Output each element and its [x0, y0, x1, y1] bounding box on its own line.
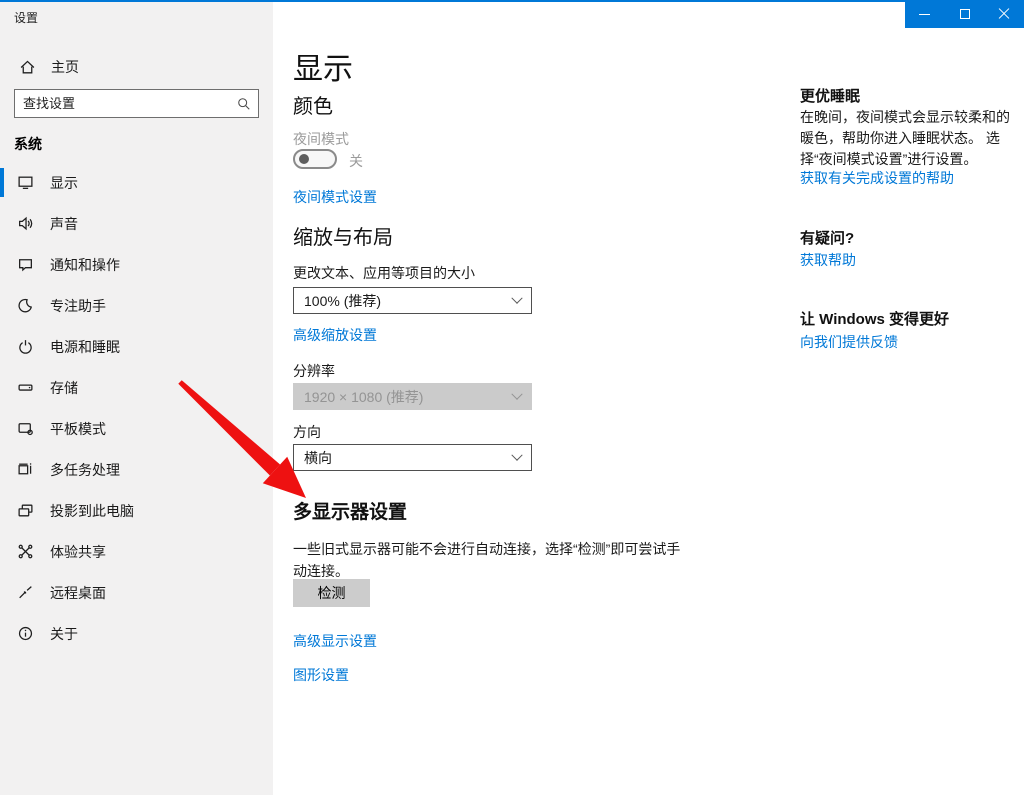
- search-input[interactable]: [15, 96, 230, 111]
- multi-display-description: 一些旧式显示器可能不会进行自动连接，选择“检测”即可尝试手动连接。: [293, 541, 681, 579]
- chevron-down-icon: [511, 388, 523, 400]
- advanced-scaling-link[interactable]: 高级缩放设置: [293, 325, 377, 345]
- maximize-button[interactable]: [945, 0, 985, 28]
- night-light-label: 夜间模式: [293, 131, 349, 147]
- feedback-heading: 让 Windows 变得更好: [800, 311, 950, 328]
- night-light-settings-link[interactable]: 夜间模式设置: [293, 187, 377, 207]
- about-icon: [16, 625, 34, 643]
- chevron-down-icon: [511, 449, 523, 461]
- resolution-label: 分辨率: [293, 363, 335, 379]
- sleep-better-body: 在晚间，夜间模式会显示较柔和的暖色，帮助你进入睡眠状态。 选择“夜间模式设置”进…: [800, 109, 1010, 167]
- sidebar-item-multitasking[interactable]: 多任务处理: [0, 449, 273, 490]
- maximize-icon: [959, 9, 970, 19]
- sidebar-item-label: 远程桌面: [50, 584, 106, 601]
- detect-button[interactable]: 检测: [293, 579, 370, 607]
- sidebar-section-header: 系统: [14, 136, 42, 152]
- window-controls: [905, 0, 1024, 28]
- tablet-mode-icon: [16, 420, 34, 438]
- sidebar-item-about[interactable]: 关于: [0, 613, 273, 654]
- scale-label: 更改文本、应用等项目的大小: [293, 265, 475, 281]
- chevron-down-icon: [511, 292, 523, 304]
- resolution-dropdown-value: 1920 × 1080 (推荐): [304, 388, 424, 405]
- sidebar-item-label: 声音: [50, 215, 78, 232]
- display-icon: [16, 174, 34, 192]
- focus-assist-icon: [16, 297, 34, 315]
- sidebar-item-home[interactable]: 主页: [0, 50, 273, 84]
- color-section-heading: 颜色: [293, 96, 333, 118]
- night-light-toggle[interactable]: [293, 149, 337, 169]
- sidebar: 设置 主页 系统 显示 声: [0, 2, 273, 795]
- sleep-better-heading: 更优睡眠: [800, 88, 861, 105]
- setup-help-link[interactable]: 获取有关完成设置的帮助: [800, 168, 954, 188]
- home-icon: [18, 58, 36, 76]
- minimize-icon: [919, 13, 931, 15]
- sidebar-item-label: 专注助手: [50, 297, 106, 314]
- sidebar-item-shared-experiences[interactable]: 体验共享: [0, 531, 273, 572]
- sound-icon: [16, 215, 34, 233]
- sidebar-item-focus-assist[interactable]: 专注助手: [0, 285, 273, 326]
- resolution-dropdown: 1920 × 1080 (推荐): [293, 383, 532, 410]
- minimize-button[interactable]: [905, 0, 945, 28]
- sidebar-item-notifications[interactable]: 通知和操作: [0, 244, 273, 285]
- question-heading: 有疑问?: [800, 230, 855, 247]
- orientation-label: 方向: [293, 424, 321, 440]
- sidebar-item-label: 关于: [50, 625, 78, 642]
- advanced-display-link[interactable]: 高级显示设置: [293, 631, 377, 651]
- projecting-icon: [16, 502, 34, 520]
- app-title: 设置: [14, 11, 39, 25]
- sidebar-item-projecting[interactable]: 投影到此电脑: [0, 490, 273, 531]
- sidebar-item-label: 投影到此电脑: [50, 502, 134, 519]
- close-button[interactable]: [984, 0, 1024, 28]
- search-icon[interactable]: [230, 97, 258, 111]
- orientation-dropdown[interactable]: 横向: [293, 444, 532, 471]
- sidebar-item-label: 多任务处理: [50, 461, 120, 478]
- sidebar-item-label: 平板模式: [50, 420, 106, 437]
- sidebar-item-label: 主页: [51, 59, 79, 75]
- toggle-knob: [299, 154, 309, 164]
- settings-window: 设置 主页 系统 显示 声: [0, 0, 1024, 795]
- sidebar-item-power-sleep[interactable]: 电源和睡眠: [0, 326, 273, 367]
- power-icon: [16, 338, 34, 356]
- multitasking-icon: [16, 461, 34, 479]
- sidebar-item-label: 显示: [50, 174, 78, 191]
- remote-desktop-icon: [16, 584, 34, 602]
- sidebar-item-remote-desktop[interactable]: 远程桌面: [0, 572, 273, 613]
- sidebar-item-tablet-mode[interactable]: 平板模式: [0, 408, 273, 449]
- orientation-dropdown-value: 横向: [304, 449, 332, 466]
- page-title: 显示: [293, 53, 353, 86]
- window-accent-border: [0, 0, 1024, 2]
- get-help-link[interactable]: 获取帮助: [800, 250, 856, 270]
- sidebar-item-label: 通知和操作: [50, 256, 120, 273]
- notifications-icon: [16, 256, 34, 274]
- sidebar-item-storage[interactable]: 存储: [0, 367, 273, 408]
- sidebar-nav: 显示 声音 通知和操作 专注助手 电源和睡眠 存储 平板模式 多任务处理 投影到…: [0, 162, 273, 654]
- shared-experiences-icon: [16, 543, 34, 561]
- feedback-link[interactable]: 向我们提供反馈: [800, 332, 898, 352]
- sidebar-item-sound[interactable]: 声音: [0, 203, 273, 244]
- sidebar-item-display[interactable]: 显示: [0, 162, 273, 203]
- scale-dropdown[interactable]: 100% (推荐): [293, 287, 532, 314]
- sidebar-item-label: 体验共享: [50, 543, 106, 560]
- multi-display-heading: 多显示器设置: [293, 502, 408, 523]
- scale-section-heading: 缩放与布局: [293, 227, 393, 249]
- search-box[interactable]: [14, 89, 259, 118]
- graphics-settings-link[interactable]: 图形设置: [293, 665, 349, 685]
- scale-dropdown-value: 100% (推荐): [304, 292, 382, 309]
- storage-icon: [16, 379, 34, 397]
- night-light-state: 关: [349, 153, 363, 169]
- sidebar-item-label: 存储: [50, 379, 78, 396]
- sidebar-item-label: 电源和睡眠: [50, 338, 120, 355]
- close-icon: [998, 8, 1010, 20]
